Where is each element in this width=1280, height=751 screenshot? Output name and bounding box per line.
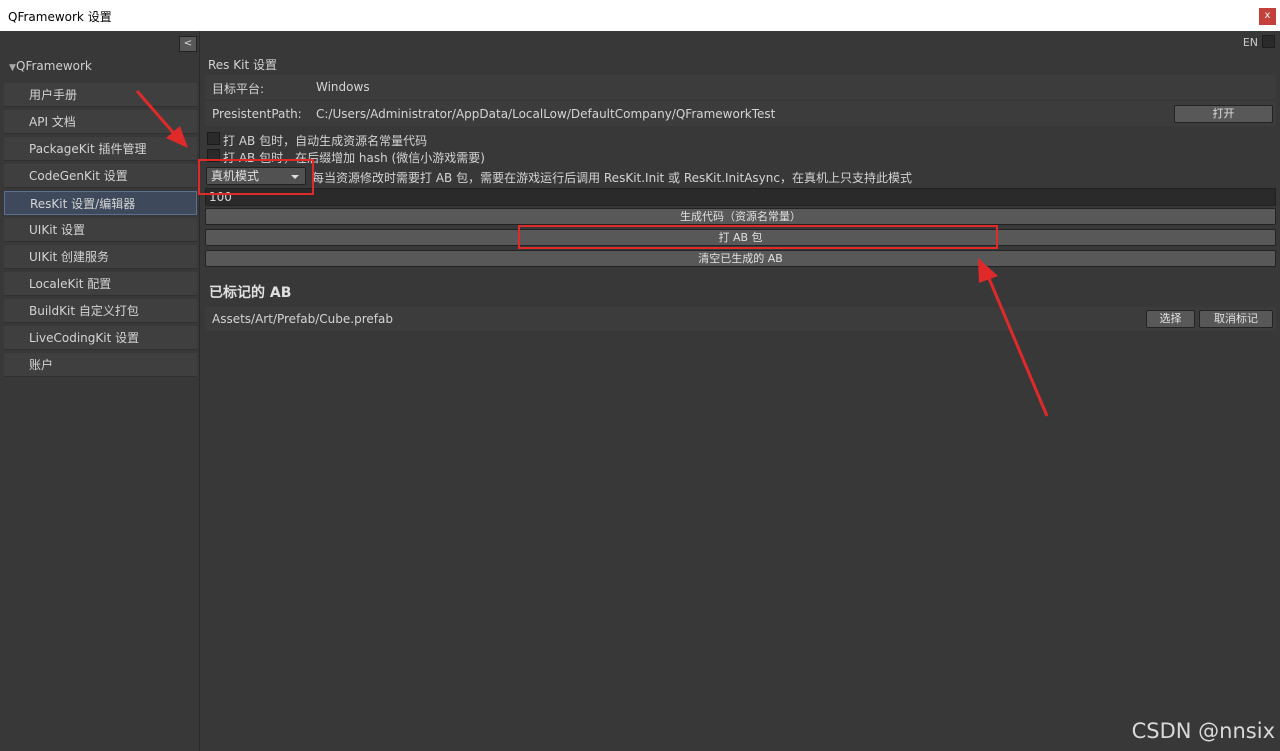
watermark: CSDN @nnsix: [1131, 719, 1275, 743]
annotation-arrows: [135, 90, 1049, 417]
annotation-arrow-to-dropdown: [135, 90, 188, 148]
annotation-arrow-to-build-button: [978, 258, 1049, 417]
